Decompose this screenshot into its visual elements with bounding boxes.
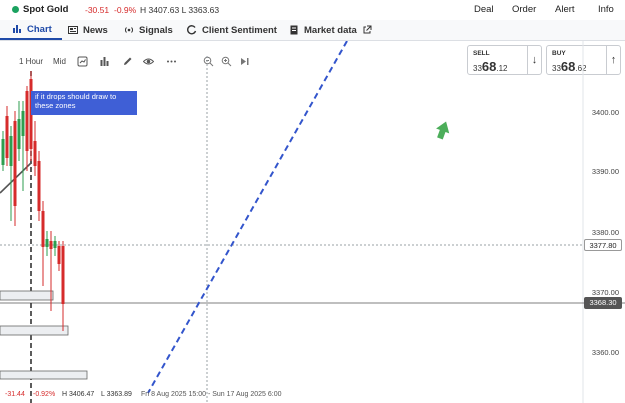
- price-axis-tick: 3360.00: [591, 348, 619, 357]
- external-link-icon: [363, 25, 372, 34]
- market-data-icon: [290, 25, 298, 35]
- crosshair-price-tag: 3377.80: [584, 239, 622, 251]
- footer-date-range: Fri 8 Aug 2025 15:00 - Sun 17 Aug 2025 6…: [141, 391, 282, 398]
- candle: [53, 241, 57, 248]
- tab-chart[interactable]: Chart: [0, 20, 62, 40]
- tab-market-data-label: Market data: [304, 24, 357, 36]
- green-arrow-icon[interactable]: [433, 119, 452, 141]
- support-zone-3[interactable]: [0, 370, 88, 380]
- candle: [57, 246, 61, 264]
- tab-news[interactable]: News: [68, 20, 108, 40]
- candle: [9, 136, 13, 166]
- news-icon: [68, 26, 78, 34]
- trend-line[interactable]: [147, 41, 348, 394]
- alert-button[interactable]: Alert: [555, 4, 575, 15]
- chart-annotation[interactable]: if it drops should draw to these zones: [31, 91, 137, 115]
- market-status-dot: [12, 6, 19, 13]
- instrument-high-low: H 3407.63 L 3363.63: [140, 5, 220, 15]
- instrument-change: -30.51: [85, 5, 110, 15]
- candle: [41, 211, 45, 247]
- footer-change-pct: -0.92%: [33, 391, 56, 398]
- support-zone-1[interactable]: [0, 290, 54, 301]
- tab-market-data[interactable]: Market data: [289, 20, 372, 40]
- signals-icon: [124, 27, 134, 33]
- candle: [37, 161, 41, 211]
- info-button[interactable]: Info: [598, 4, 614, 15]
- tab-chart-label: Chart: [27, 23, 52, 35]
- candle: [61, 246, 65, 304]
- order-button[interactable]: Order: [512, 4, 536, 15]
- sentiment-icon: [187, 25, 197, 35]
- tab-client-sentiment[interactable]: Client Sentiment: [187, 20, 277, 40]
- candle: [21, 111, 25, 136]
- tab-signals[interactable]: Signals: [124, 20, 173, 40]
- support-zone-2[interactable]: [0, 325, 69, 336]
- tab-signals-label: Signals: [139, 24, 173, 36]
- candle: [5, 116, 9, 158]
- deal-button[interactable]: Deal: [474, 4, 494, 15]
- footer-change: -31.44: [5, 391, 25, 398]
- price-axis-tick: 3390.00: [591, 167, 619, 176]
- instrument-name[interactable]: Spot Gold: [23, 4, 68, 15]
- tab-bar: Chart News Signals Client Sentiment Mark…: [0, 20, 625, 41]
- candle: [13, 121, 17, 206]
- candle: [49, 241, 53, 249]
- instrument-change-pct: -0.9%: [114, 5, 137, 15]
- candle: [25, 91, 29, 151]
- tab-client-sentiment-label: Client Sentiment: [202, 24, 277, 36]
- chart-footer: -31.44 -0.92% H 3406.47 L 3363.89 Fri 8 …: [0, 390, 330, 403]
- footer-high: H 3406.47: [62, 391, 95, 398]
- current-price-tag: 3368.30: [584, 297, 622, 309]
- candle: [1, 139, 5, 165]
- price-axis-tick: 3380.00: [591, 228, 619, 237]
- candle: [45, 239, 49, 247]
- candle: [33, 141, 37, 166]
- price-axis-tick: 3400.00: [591, 108, 619, 117]
- chart-icon: [13, 25, 21, 33]
- footer-low: L 3363.89: [101, 391, 132, 398]
- price-axis-tick: 3370.00: [591, 288, 619, 297]
- instrument-header: Spot Gold -30.51 -0.9% H 3407.63 L 3363.…: [0, 0, 625, 20]
- candle: [17, 119, 21, 149]
- tab-news-label: News: [83, 24, 108, 36]
